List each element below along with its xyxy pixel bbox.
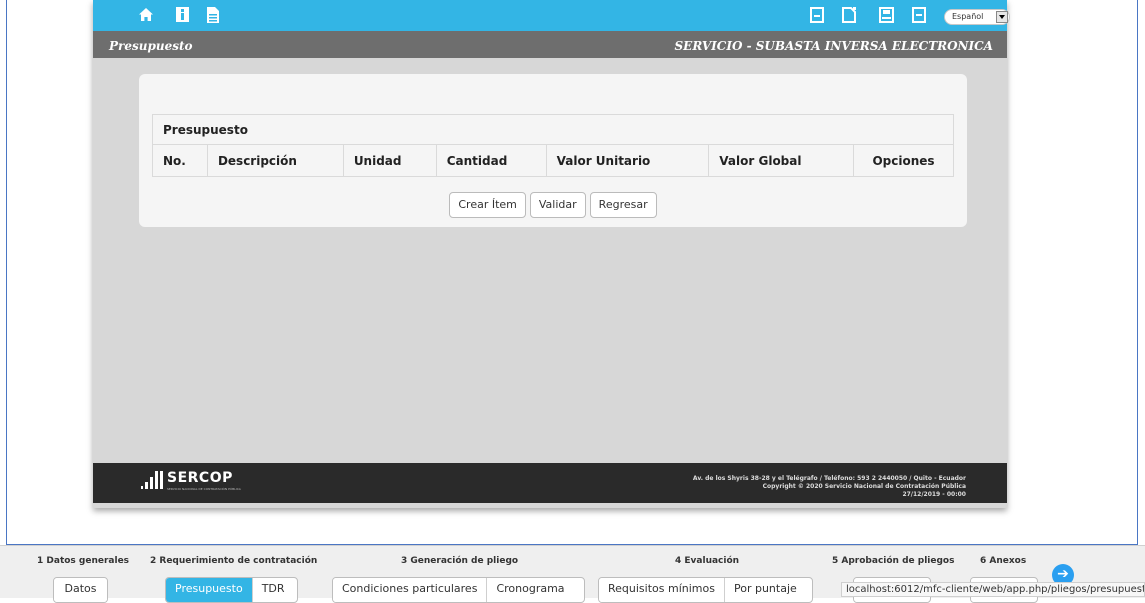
budget-table: Presupuesto No. Descripción Unidad Canti… bbox=[152, 114, 954, 177]
info-icon[interactable] bbox=[176, 7, 189, 26]
new-document-icon[interactable] bbox=[842, 7, 856, 27]
cronograma-button[interactable]: Cronograma bbox=[487, 578, 574, 602]
page-title: Presupuesto bbox=[109, 39, 193, 53]
budget-card: Presupuesto No. Descripción Unidad Canti… bbox=[139, 74, 967, 227]
requisitos-minimos-button[interactable]: Requisitos mínimos bbox=[599, 578, 725, 602]
save-icon[interactable] bbox=[810, 7, 824, 27]
tdr-button[interactable]: TDR bbox=[252, 578, 294, 602]
status-bar-url: localhost:6012/mfc-cliente/web/app.php/p… bbox=[841, 582, 1145, 597]
datos-button[interactable]: Datos bbox=[54, 578, 107, 602]
column-header-unit: Unidad bbox=[342, 144, 437, 177]
footer-copyright: Copyright © 2020 Servicio Nacional de Co… bbox=[762, 483, 966, 490]
language-select-value: Español bbox=[952, 12, 984, 21]
footer-address: Av. de los Shyris 38-28 y el Telégrafo /… bbox=[692, 475, 966, 482]
floppy-icon[interactable] bbox=[879, 7, 894, 27]
action-buttons: Crear Ítem Validar Regresar bbox=[139, 192, 967, 218]
section-header: Presupuesto SERVICIO - SUBASTA INVERSA E… bbox=[93, 31, 1007, 58]
column-header-quantity: Cantidad bbox=[435, 144, 547, 177]
column-header-unit-value: Valor Unitario bbox=[545, 144, 710, 177]
create-item-button[interactable]: Crear Ítem bbox=[449, 192, 526, 218]
footer-info: Av. de los Shyris 38-28 y el Telégrafo /… bbox=[693, 475, 966, 499]
wizard-step-1-buttons: Datos bbox=[53, 577, 108, 603]
sercop-logo: SERCOP SERVICIO NACIONAL DE CONTRATACIÓN… bbox=[141, 469, 241, 495]
top-toolbar: Español bbox=[93, 0, 1010, 31]
logo-text: SERCOP bbox=[167, 470, 233, 486]
wizard-step-3-title: 3 Generación de pliego bbox=[401, 556, 519, 566]
wizard-step-4-buttons: Requisitos mínimos Por puntaje bbox=[598, 577, 813, 603]
wizard-step-2-buttons: Presupuesto TDR bbox=[165, 577, 298, 603]
condiciones-particulares-button[interactable]: Condiciones particulares bbox=[333, 578, 488, 602]
wizard-step-4-title: 4 Evaluación bbox=[675, 556, 740, 566]
footer-datetime: 27/12/2019 - 00:00 bbox=[902, 491, 966, 498]
logo-subtitle: SERVICIO NACIONAL DE CONTRATACIÓN PÚBLIC… bbox=[167, 487, 241, 491]
table-caption: Presupuesto bbox=[152, 114, 954, 145]
validate-button[interactable]: Validar bbox=[529, 192, 586, 218]
column-header-options: Opciones bbox=[853, 144, 954, 177]
back-button[interactable]: Regresar bbox=[589, 192, 657, 218]
app-window: Español Presupuesto SERVICIO - SUBASTA I… bbox=[93, 0, 1010, 508]
process-type-title: SERVICIO - SUBASTA INVERSA ELECTRONICA bbox=[674, 39, 994, 53]
chevron-down-icon[interactable] bbox=[996, 11, 1008, 23]
export-icon[interactable] bbox=[912, 7, 926, 27]
wizard-step-1-title: 1 Datos generales bbox=[37, 556, 130, 566]
table-header-row: No. Descripción Unidad Cantidad Valor Un… bbox=[152, 144, 954, 177]
presupuesto-button[interactable]: Presupuesto bbox=[166, 578, 253, 602]
document-icon[interactable] bbox=[207, 7, 219, 27]
por-puntaje-button[interactable]: Por puntaje bbox=[724, 578, 806, 602]
column-header-no: No. bbox=[152, 144, 208, 177]
column-header-global-value: Valor Global bbox=[708, 144, 854, 177]
wizard-step-3-buttons: Condiciones particulares Cronograma bbox=[332, 577, 585, 603]
footer: SERCOP SERVICIO NACIONAL DE CONTRATACIÓN… bbox=[93, 463, 1007, 503]
column-header-description: Descripción bbox=[206, 144, 344, 177]
home-icon[interactable] bbox=[138, 7, 154, 26]
wizard-step-5-title: 5 Aprobación de pliegos bbox=[832, 556, 955, 566]
wizard-step-6-title: 6 Anexos bbox=[980, 556, 1027, 566]
language-select[interactable]: Español bbox=[944, 9, 1010, 25]
wizard-step-2-title: 2 Requerimiento de contratación bbox=[150, 556, 318, 566]
